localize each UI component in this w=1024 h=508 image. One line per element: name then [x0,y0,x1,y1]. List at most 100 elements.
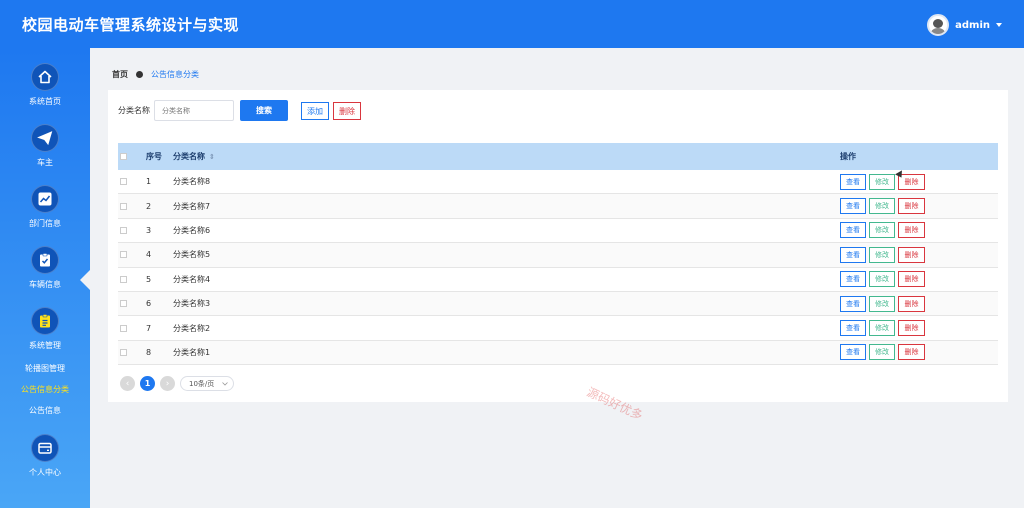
next-page-button[interactable]: › [160,376,175,391]
send-icon [31,124,59,152]
row-checkbox[interactable] [120,178,127,186]
pagination: ‹ 1 › 10条/页 [120,376,234,391]
row-delete-button[interactable]: 删除 [898,295,925,312]
wallet-icon [31,434,59,462]
clipboard-list-icon [31,307,59,335]
row-number: 4 [146,250,152,260]
edit-button[interactable]: 修改 [869,271,895,288]
edit-button[interactable]: 修改 [869,320,895,337]
avatar[interactable] [927,14,950,36]
delete-button[interactable]: 删除 [333,102,361,120]
chevron-down-icon [222,381,229,386]
sidebar-item-department[interactable]: 部门信息 [0,185,90,229]
row-delete-button[interactable]: 删除 [898,344,925,361]
add-button[interactable]: 添加 [301,102,329,120]
page-size-value: 10条/页 [189,379,215,388]
table-row: 1 分类名称8 查看 修改 删除 [118,170,998,195]
sidebar-item-home[interactable]: 系统首页 [0,63,90,107]
row-name: 分类名称5 [173,250,211,260]
view-button[interactable]: 查看 [840,320,866,337]
view-button[interactable]: 查看 [840,173,866,190]
home-icon [31,63,59,91]
row-delete-button[interactable]: 删除 [898,271,925,288]
edit-button[interactable]: 修改 [869,295,895,312]
view-button[interactable]: 查看 [840,295,866,312]
table-row: 2 分类名称7 查看 修改 删除 [118,194,998,219]
row-name: 分类名称4 [173,274,211,284]
header-actions: 操作 [840,152,856,161]
table-row: 3 分类名称6 查看 修改 删除 [118,219,998,244]
row-number: 6 [146,299,152,309]
row-number: 3 [146,225,152,235]
header-number: 序号 [146,152,162,161]
page-number[interactable]: 1 [140,376,155,391]
sort-icon[interactable]: ⇕ [209,153,215,161]
sidebar-item-system[interactable]: 系统管理 [0,307,90,351]
row-checkbox[interactable] [120,202,127,210]
table-row: 8 分类名称1 查看 修改 删除 [118,340,998,366]
search-label: 分类名称 [118,106,150,115]
user-menu[interactable]: admin [927,14,1002,36]
sidebar-item-vehicle[interactable]: 车辆信息 [0,246,90,290]
table-body: 1 分类名称8 查看 修改 删除 2 分类名称7 查看 修改 删除 3 分类名称6 查看 修改 删除 4 分类名… [118,170,998,366]
row-delete-button[interactable]: 删除 [898,246,925,263]
chart-icon [31,185,59,213]
sidebar-item-label: 部门信息 [29,219,61,228]
search-input[interactable] [154,100,234,121]
row-number: 5 [146,274,152,284]
view-button[interactable]: 查看 [840,344,866,361]
row-checkbox[interactable] [120,300,127,308]
page-size-select[interactable]: 10条/页 [180,376,234,391]
sidebar-item-label: 车主 [37,158,53,167]
prev-page-button[interactable]: ‹ [120,376,135,391]
row-name: 分类名称6 [173,225,211,235]
row-checkbox[interactable] [120,348,127,356]
edit-button[interactable]: 修改 [869,198,895,215]
edit-button[interactable]: 修改 [869,173,895,190]
sidebar-item-label: 系统首页 [29,97,61,106]
username[interactable]: admin [955,20,990,31]
sidebar-item-label: 系统管理 [29,341,61,350]
row-number: 8 [146,347,152,357]
breadcrumb: 首页 公告信息分类 [112,69,199,80]
sidebar: 系统首页 车主 部门信息 车辆信息 系统管理 轮播图管理 公告信息分类 公告信息… [0,48,90,508]
table-row: 6 分类名称3 查看 修改 删除 [118,291,998,317]
search-button[interactable]: 搜索 [240,100,288,121]
table-row: 7 分类名称2 查看 修改 删除 [118,316,998,341]
sidebar-subitem-carousel[interactable]: 轮播图管理 [0,363,90,374]
caret-down-icon[interactable] [996,23,1002,27]
row-checkbox[interactable] [120,226,127,234]
row-name: 分类名称1 [173,347,211,357]
edit-button[interactable]: 修改 [869,344,895,361]
sidebar-item-profile[interactable]: 个人中心 [0,434,90,478]
edit-button[interactable]: 修改 [869,246,895,263]
view-button[interactable]: 查看 [840,198,866,215]
row-number: 7 [146,323,152,333]
breadcrumb-separator-icon [136,71,143,78]
sidebar-subitem-notice[interactable]: 公告信息 [0,405,90,416]
table-row: 5 分类名称4 查看 修改 删除 [118,268,998,292]
breadcrumb-home[interactable]: 首页 [112,69,128,80]
row-checkbox[interactable] [120,275,127,283]
table-row: 4 分类名称5 查看 修改 删除 [118,243,998,268]
sidebar-subitem-notice-category[interactable]: 公告信息分类 [0,384,90,395]
row-delete-button[interactable]: 删除 [898,198,925,215]
view-button[interactable]: 查看 [840,246,866,263]
breadcrumb-current: 公告信息分类 [151,70,199,79]
row-name: 分类名称2 [173,323,211,333]
row-number: 1 [146,177,152,187]
sidebar-item-label: 车辆信息 [29,280,61,289]
row-name: 分类名称8 [173,177,211,187]
edit-button[interactable]: 修改 [869,222,895,239]
row-checkbox[interactable] [120,251,127,259]
active-indicator [80,270,90,290]
row-delete-button[interactable]: 删除 [898,222,925,239]
select-all-checkbox[interactable] [120,153,127,160]
header-name[interactable]: 分类名称 [173,151,205,162]
view-button[interactable]: 查看 [840,271,866,288]
sidebar-item-owner[interactable]: 车主 [0,124,90,168]
view-button[interactable]: 查看 [840,222,866,239]
row-checkbox[interactable] [120,324,127,332]
row-delete-button[interactable]: 删除 [898,320,925,337]
table-header: 序号 分类名称 ⇕ 操作 [118,143,998,170]
